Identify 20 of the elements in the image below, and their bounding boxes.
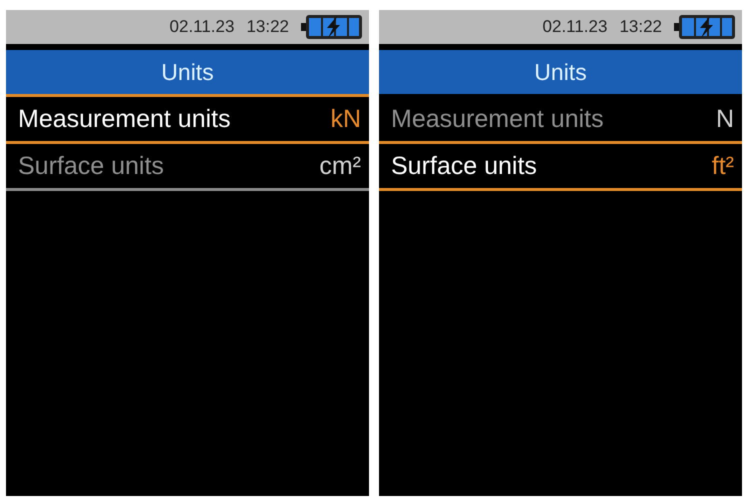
menu-item[interactable]: Measurement units N bbox=[379, 94, 742, 144]
setting-label: Surface units bbox=[391, 152, 537, 180]
setting-value: cm² bbox=[319, 152, 361, 180]
screen-title: Units bbox=[379, 50, 742, 94]
menu-item[interactable]: Measurement units kN bbox=[6, 94, 369, 144]
screen-title: Units bbox=[6, 50, 369, 94]
battery-icon bbox=[674, 14, 736, 40]
setting-value: kN bbox=[330, 104, 361, 134]
setting-label: Measurement units bbox=[18, 104, 231, 134]
date-text: 02.11.23 bbox=[542, 17, 608, 37]
setting-label: Measurement units bbox=[391, 104, 604, 134]
menu-item[interactable]: Surface units ft² bbox=[379, 141, 742, 191]
battery-icon bbox=[301, 14, 363, 40]
setting-value: N bbox=[716, 104, 734, 134]
menu-item[interactable]: Surface units cm² bbox=[6, 141, 369, 191]
setting-value: ft² bbox=[712, 152, 734, 180]
time-text: 13:22 bbox=[619, 17, 662, 37]
setting-label: Surface units bbox=[18, 152, 164, 180]
date-text: 02.11.23 bbox=[170, 17, 234, 37]
time-text: 13:22 bbox=[246, 17, 289, 37]
